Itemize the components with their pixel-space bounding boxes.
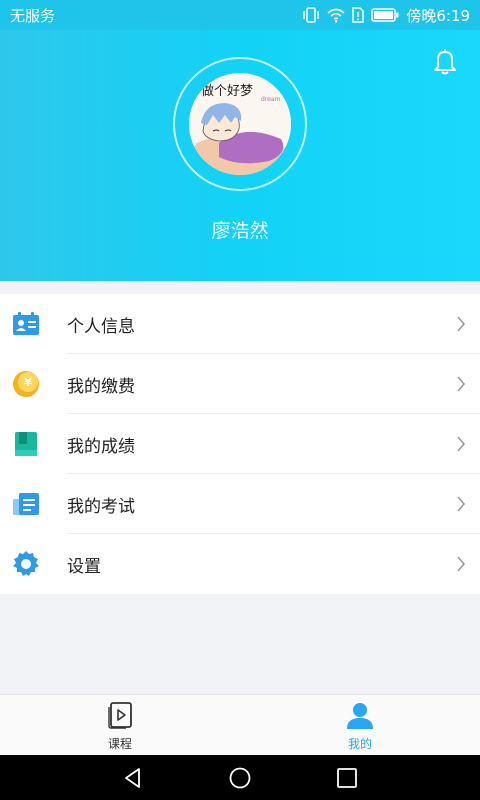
- bottom-tab-bar: 课程 我的: [0, 694, 480, 755]
- id-card-icon: [13, 312, 39, 335]
- gear-icon: [13, 551, 39, 576]
- system-nav-bar: [0, 755, 480, 800]
- tab-label: 我的: [347, 737, 372, 751]
- menu-item-label: 我的缴费: [67, 376, 135, 397]
- status-icons: 傍晚6:19: [302, 5, 470, 26]
- status-bar: 无服务 傍晚6:19: [0, 0, 480, 30]
- person-icon: [347, 703, 373, 729]
- bell-icon[interactable]: [432, 47, 458, 75]
- carrier-text: 无服务: [10, 6, 56, 25]
- menu-item-label: 我的成绩: [67, 436, 135, 457]
- tab-mine[interactable]: 我的: [240, 695, 480, 755]
- menu-item-label: 设置: [67, 556, 101, 577]
- menu-item-personal-info[interactable]: 个人信息: [0, 294, 480, 354]
- menu-item-my-grades[interactable]: 我的成绩: [0, 414, 480, 474]
- menu-item-settings[interactable]: 设置: [0, 534, 480, 594]
- avatar-image: 做个好梦 dream: [189, 73, 291, 175]
- menu-item-label: 个人信息: [67, 316, 135, 337]
- back-icon[interactable]: [121, 766, 145, 790]
- home-icon[interactable]: [228, 766, 252, 790]
- menu-list: 个人信息 ¥ 我的缴费 我的成绩 我的考试 设置: [0, 294, 480, 594]
- course-play-icon: [108, 702, 132, 729]
- tab-courses[interactable]: 课程: [0, 695, 240, 755]
- chevron-right-icon: [457, 376, 466, 392]
- avatar-caption-small: dream: [261, 96, 281, 103]
- recents-icon[interactable]: [335, 766, 359, 790]
- wifi-icon: [327, 8, 345, 23]
- clock-text: 傍晚6:19: [406, 6, 470, 25]
- exam-paper-icon: [13, 493, 39, 515]
- user-name: 廖浩然: [211, 220, 269, 242]
- book-icon: [15, 432, 37, 456]
- menu-item-my-payments[interactable]: ¥ 我的缴费: [0, 354, 480, 414]
- svg-text:¥: ¥: [24, 376, 32, 389]
- yuan-coin-icon: ¥: [13, 371, 39, 397]
- chevron-right-icon: [457, 496, 466, 512]
- chevron-right-icon: [457, 316, 466, 332]
- avatar-caption: 做个好梦: [201, 84, 253, 99]
- menu-item-my-exams[interactable]: 我的考试: [0, 474, 480, 534]
- tab-label: 课程: [107, 737, 132, 751]
- vibrate-icon: [303, 7, 320, 23]
- avatar-ring: 做个好梦 dream: [173, 57, 307, 191]
- avatar[interactable]: 做个好梦 dream: [189, 73, 291, 175]
- profile-header: 做个好梦 dream 廖浩然: [0, 30, 480, 281]
- battery-icon: [371, 8, 399, 22]
- chevron-right-icon: [457, 436, 466, 452]
- chevron-right-icon: [457, 556, 466, 572]
- menu-item-label: 我的考试: [67, 496, 135, 517]
- sim-alert-icon: [352, 7, 365, 23]
